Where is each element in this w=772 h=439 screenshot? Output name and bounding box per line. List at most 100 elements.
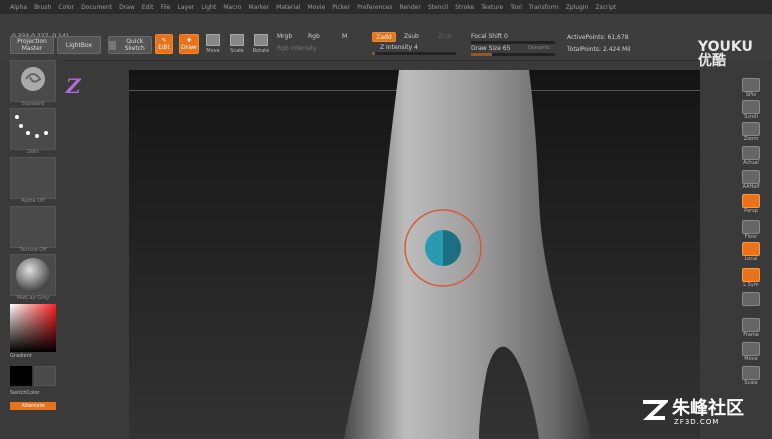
edit-button[interactable]: ✎ Edit <box>155 34 173 54</box>
menu-item-zplugin[interactable]: Zplugin <box>566 4 589 11</box>
youku-watermark-zh: 优酷 <box>698 53 726 69</box>
menu-item-light[interactable]: Light <box>201 4 216 11</box>
spix-icon <box>742 78 760 92</box>
right-shelf-button-actual[interactable]: Actual <box>740 146 762 166</box>
switch-color-button[interactable]: SwitchColor <box>10 390 56 396</box>
menu-item-layer[interactable]: Layer <box>178 4 195 11</box>
aahalf-icon <box>742 170 760 184</box>
color-picker[interactable] <box>10 304 56 352</box>
draw-label: Draw <box>181 44 197 51</box>
lightbox-button[interactable]: LightBox <box>57 36 101 54</box>
mrgb-toggle[interactable]: Mrgb <box>277 33 292 40</box>
rotate-tool-button[interactable]: Rotate <box>252 34 270 54</box>
menu-bar: Alpha Brush Color Document Draw Edit File Layer… <box>0 0 772 14</box>
menu-item-brush[interactable]: Brush <box>34 4 51 11</box>
stroke-thumbnail[interactable] <box>10 108 56 150</box>
right-shelf-button-move[interactable]: Move <box>740 342 762 362</box>
m-toggle[interactable]: M <box>342 33 347 40</box>
z-intensity-fill <box>372 52 376 55</box>
menu-item-zscript[interactable]: Zscript <box>595 4 616 11</box>
right-shelf-button-spix[interactable]: SPix <box>740 78 762 98</box>
menu-item-color[interactable]: Color <box>58 4 74 11</box>
menu-item-macro[interactable]: Macro <box>223 4 241 11</box>
stroke-label: Dots <box>27 149 39 155</box>
menu-item-texture[interactable]: Texture <box>481 4 503 11</box>
right-shelf-button-scroll[interactable]: Scroll <box>740 100 762 120</box>
move-icon <box>742 342 760 356</box>
brush-thumbnail[interactable] <box>10 60 56 102</box>
right-shelf-button-persp[interactable]: Persp <box>740 194 762 214</box>
zcut-toggle[interactable]: Zcut <box>438 33 452 40</box>
menu-item-stencil[interactable]: Stencil <box>428 4 448 11</box>
edit-label: Edit <box>158 44 170 51</box>
rgb-toggle[interactable]: Rgb <box>308 33 320 40</box>
alternate-button[interactable]: Alternate <box>10 402 56 410</box>
top-toolbar: 0.334,0.227,-0.141 Projection Master Lig… <box>0 14 772 61</box>
texture-thumbnail[interactable] <box>10 206 56 248</box>
right-shelf-button-local[interactable]: Local <box>740 242 762 262</box>
draw-size-label: Draw Size 65 <box>471 45 511 52</box>
zf3d-logo-icon <box>642 400 668 420</box>
move-tool-button[interactable]: Move <box>204 34 222 54</box>
right-shelf-button-frame[interactable]: Frame <box>740 318 762 338</box>
menu-item-draw[interactable]: Draw <box>119 4 135 11</box>
rgb-intensity-label: Rgb Intensity <box>277 45 317 52</box>
scale-tool-button[interactable]: Scale <box>228 34 246 54</box>
quick-sketch-button[interactable]: Quick Sketch <box>108 36 152 54</box>
move-icon <box>206 34 220 46</box>
draw-button[interactable]: ✚ Draw <box>179 34 199 54</box>
main-color-swatch[interactable] <box>10 366 32 386</box>
right-shelf-label: SPix <box>745 92 757 98</box>
actual-icon <box>742 146 760 160</box>
menu-item-stroke[interactable]: Stroke <box>455 4 474 11</box>
zsub-toggle[interactable]: Zsub <box>404 33 419 40</box>
total-points-readout: TotalPoints: 2.424 Mil <box>567 46 631 53</box>
right-shelf-button-floor[interactable]: Floor <box>740 220 762 240</box>
menu-item-tool[interactable]: Tool <box>510 4 522 11</box>
alpha-thumbnail[interactable] <box>10 157 56 199</box>
left-shelf: Standard Dots Alpha Off Texture Off MatC… <box>0 60 62 439</box>
menu-item-marker[interactable]: Marker <box>248 4 269 11</box>
right-shelf-label: Local <box>744 256 758 262</box>
floor-icon <box>742 220 760 234</box>
projection-master-button[interactable]: Projection Master <box>10 36 54 54</box>
menu-item-transform[interactable]: Transform <box>529 4 559 11</box>
watermark-zh: 朱峰社区 <box>672 398 744 419</box>
right-shelf-button-aahalf[interactable]: AAHalf <box>740 170 762 190</box>
zbrush-logo-icon: Z <box>66 74 81 98</box>
right-shelf-label: Actual <box>743 160 759 166</box>
quick-sketch-label: Quick Sketch <box>124 38 145 52</box>
right-shelf-label: L.Sym <box>743 282 759 288</box>
viewport-canvas[interactable] <box>129 70 700 439</box>
right-shelf-button-lsym[interactable]: L.Sym <box>740 268 762 288</box>
menu-item-picker[interactable]: Picker <box>332 4 350 11</box>
lsym-icon <box>742 268 760 282</box>
scale-label: Scale <box>230 48 244 54</box>
menu-item-render[interactable]: Render <box>399 4 420 11</box>
dot-icon <box>742 292 760 306</box>
right-shelf-button-scale[interactable]: Scale <box>740 366 762 386</box>
dynamic-toggle[interactable]: Dynamic <box>528 45 550 51</box>
menu-item-edit[interactable]: Edit <box>142 4 154 11</box>
rotate-icon <box>254 34 268 46</box>
right-shelf: SPix Scroll Zoom Actual AAHalf Persp Floor Loca… <box>700 60 772 439</box>
menu-item-preferences[interactable]: Preferences <box>357 4 392 11</box>
menu-item-document[interactable]: Document <box>81 4 112 11</box>
rotate-label: Rotate <box>252 48 270 54</box>
menu-item-movie[interactable]: Movie <box>308 4 326 11</box>
zadd-toggle[interactable]: Zadd <box>372 32 396 42</box>
focal-shift-slider[interactable] <box>471 41 555 44</box>
right-shelf-label: Scroll <box>744 114 758 120</box>
frame-icon <box>742 318 760 332</box>
right-shelf-label: Floor <box>744 234 758 240</box>
right-shelf-button-dot[interactable] <box>740 292 762 312</box>
secondary-color-swatch[interactable] <box>34 366 56 386</box>
menu-item-material[interactable]: Material <box>276 4 300 11</box>
material-thumbnail[interactable] <box>10 254 56 296</box>
menu-item-file[interactable]: File <box>160 4 170 11</box>
z-intensity-slider[interactable] <box>372 52 456 55</box>
menu-item-alpha[interactable]: Alpha <box>10 4 27 11</box>
draw-size-slider[interactable] <box>471 53 555 56</box>
right-shelf-button-zoom[interactable]: Zoom <box>740 122 762 142</box>
gradient-label: Gradient <box>10 353 32 359</box>
